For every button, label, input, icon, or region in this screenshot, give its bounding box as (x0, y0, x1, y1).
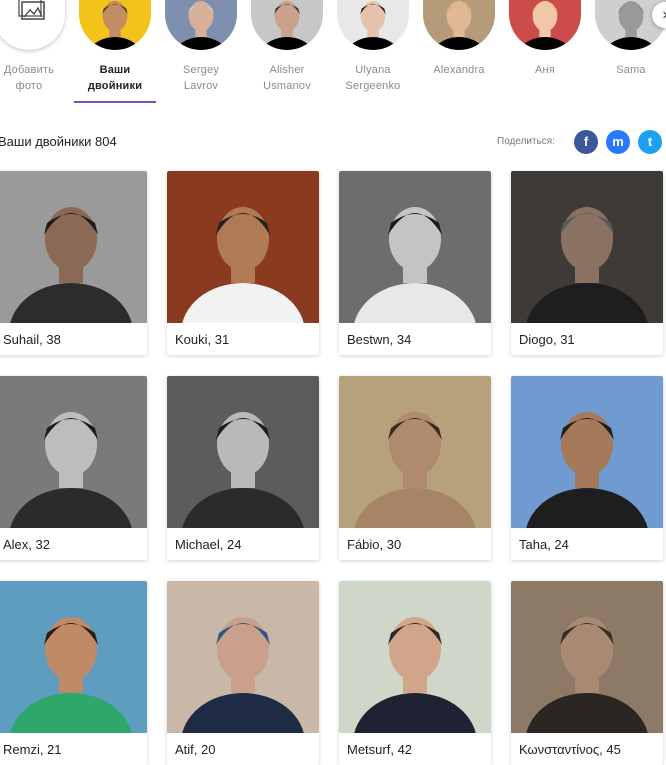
double-photo (511, 581, 663, 733)
doubles-carousel: Добавить фото Ваши двойники Sergey Lavrov Al… (0, 0, 666, 104)
portrait-photo (511, 581, 663, 733)
double-card[interactable]: Remzi, 21 (0, 581, 147, 765)
double-photo (339, 581, 491, 733)
double-photo (511, 376, 663, 528)
portrait-photo (251, 0, 323, 50)
carousel-avatar (79, 0, 151, 50)
double-photo (511, 171, 663, 323)
double-photo (167, 581, 319, 733)
results-title: Ваши двойники 804 (0, 134, 117, 149)
double-caption: Suhail, 38 (3, 332, 61, 347)
double-card[interactable]: Michael, 24 (167, 376, 319, 560)
carousel-item-label: Sama (616, 64, 646, 76)
double-caption: Remzi, 21 (3, 742, 62, 757)
portrait-photo (509, 0, 581, 50)
share-label: Поделиться: (497, 136, 555, 147)
portrait-photo (339, 171, 491, 323)
double-card[interactable]: Alex, 32 (0, 376, 147, 560)
add-photo-label: Добавить фото (3, 64, 55, 92)
portrait-photo (511, 171, 663, 323)
double-caption: Diogo, 31 (519, 332, 575, 347)
image-add-icon (18, 0, 45, 20)
double-card[interactable]: Bestwn, 34 (339, 171, 491, 355)
carousel-item-label: Аня (535, 64, 555, 76)
double-card[interactable]: Diogo, 31 (511, 171, 663, 355)
carousel-item-label: Alisher Usmanov (263, 64, 311, 92)
double-card[interactable]: Metsurf, 42 (339, 581, 491, 765)
double-caption: Kouki, 31 (175, 332, 230, 347)
add-photo-circle (0, 0, 65, 50)
double-caption: Michael, 24 (175, 537, 242, 552)
double-card[interactable]: Suhail, 38 (0, 171, 147, 355)
double-caption: Metsurf, 42 (347, 742, 413, 757)
double-caption: Alex, 32 (3, 537, 50, 552)
double-caption: Taha, 24 (519, 537, 569, 552)
carousel-item-label: Sergey Lavrov (182, 64, 220, 92)
portrait-photo (337, 0, 409, 50)
double-card[interactable]: Atif, 20 (167, 581, 319, 765)
portrait-photo (79, 0, 151, 50)
double-photo (167, 171, 319, 323)
portrait-photo (165, 0, 237, 50)
carousel-item-label: Ваши двойники (87, 64, 143, 92)
double-photo (0, 376, 147, 528)
portrait-photo (0, 376, 147, 528)
double-card[interactable]: Fábio, 30 (339, 376, 491, 560)
carousel-item-label: Ulyana Sergeenko (345, 64, 401, 92)
carousel-avatar (165, 0, 237, 50)
twitter-share-button[interactable]: t (638, 130, 662, 154)
carousel-avatar (423, 0, 495, 50)
portrait-photo (167, 581, 319, 733)
carousel-avatar (251, 0, 323, 50)
double-photo (0, 581, 147, 733)
double-caption: Κωνσταντίνος, 45 (519, 742, 621, 757)
carousel-avatar (509, 0, 581, 50)
double-card[interactable]: Kouki, 31 (167, 171, 319, 355)
double-caption: Fábio, 30 (347, 537, 402, 552)
portrait-photo (0, 171, 147, 323)
portrait-photo (167, 171, 319, 323)
double-photo (167, 376, 319, 528)
double-card[interactable]: Taha, 24 (511, 376, 663, 560)
double-photo (339, 376, 491, 528)
active-tab-underline (74, 101, 156, 103)
double-caption: Bestwn, 34 (347, 332, 412, 347)
facebook-share-button[interactable]: f (574, 130, 598, 154)
carousel-item-label: Alexandra (433, 64, 485, 76)
double-photo (339, 171, 491, 323)
messenger-share-button[interactable]: m (606, 130, 630, 154)
portrait-photo (511, 376, 663, 528)
portrait-photo (339, 581, 491, 733)
double-card[interactable]: Κωνσταντίνος, 45 (511, 581, 663, 765)
double-photo (0, 171, 147, 323)
double-caption: Atif, 20 (175, 742, 216, 757)
carousel-avatar (337, 0, 409, 50)
portrait-photo (339, 376, 491, 528)
portrait-photo (167, 376, 319, 528)
portrait-photo (423, 0, 495, 50)
portrait-photo (0, 581, 147, 733)
